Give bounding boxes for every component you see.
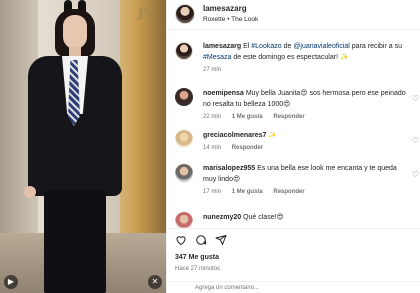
share-icon[interactable] — [215, 234, 227, 246]
avatar[interactable] — [175, 88, 193, 106]
likes-count[interactable]: 347 Me gusta — [175, 254, 219, 261]
post-actions-bar — [167, 228, 420, 250]
timestamp: 27 min — [203, 67, 222, 73]
heart-icon[interactable]: ♡ — [412, 94, 419, 103]
reply-button[interactable]: Responder — [232, 145, 263, 151]
add-comment-bar — [167, 281, 420, 293]
comment-username[interactable]: greciacolmenares7 — [203, 132, 266, 139]
comment-item: noemipensa Muy bella Juanita😍 sos hermos… — [175, 88, 420, 120]
comment-likes[interactable]: 1 Me gusta — [232, 114, 263, 120]
comment-username[interactable]: nunezmy20 — [203, 214, 241, 221]
hashtag-link[interactable]: #Lookazo — [251, 43, 281, 50]
set-logo: JV — [137, 6, 153, 21]
comments-list[interactable]: lamesazarg El #Lookazo de @juanavialeofi… — [167, 30, 420, 228]
comment-likes[interactable]: 1 Me gusta — [232, 189, 263, 195]
post-details-panel: lamesazarg Roxette • The Look lamesazarg… — [166, 0, 420, 293]
post-time: Hace 27 minutos — [175, 266, 221, 272]
comment-username[interactable]: noemipensa — [203, 90, 244, 97]
mute-icon[interactable]: ✕ — [148, 275, 162, 289]
like-heart-icon[interactable] — [175, 234, 187, 246]
avatar[interactable] — [175, 164, 193, 182]
caption-username[interactable]: lamesazarg — [203, 43, 241, 50]
caption: lamesazarg El #Lookazo de @juanavialeofi… — [175, 42, 420, 73]
avatar[interactable] — [175, 4, 195, 24]
mention-link[interactable]: @juanavialeoficial — [293, 43, 350, 50]
post-username[interactable]: lamesazarg — [203, 4, 247, 13]
timestamp: 14 min — [203, 145, 222, 151]
post-header: lamesazarg Roxette • The Look — [167, 0, 420, 30]
add-comment-input[interactable] — [195, 285, 395, 291]
hashtag-link[interactable]: #Mesaza — [203, 54, 231, 61]
avatar[interactable] — [175, 42, 193, 60]
heart-icon[interactable]: ♡ — [412, 170, 419, 179]
avatar[interactable] — [175, 130, 193, 148]
avatar[interactable] — [175, 212, 193, 228]
post-media[interactable]: JV ▶ ✕ — [0, 0, 166, 293]
timestamp: 17 min — [203, 189, 222, 195]
audio-track[interactable]: Roxette • The Look — [203, 16, 258, 23]
comment-item: greciacolmenares7 ✨ 14 min Responder ♡ — [175, 130, 420, 151]
reply-button[interactable]: Responder — [273, 114, 304, 120]
play-icon[interactable]: ▶ — [4, 275, 18, 289]
woman-in-suit-figure — [20, 0, 130, 293]
reply-button[interactable]: Responder — [273, 189, 304, 195]
comment-item: nunezmy20 Qué clase!😍 — [175, 212, 420, 228]
heart-icon[interactable]: ♡ — [412, 136, 419, 145]
comment-item: marisalopez955 Es una bella ese look me … — [175, 164, 420, 195]
comment-username[interactable]: marisalopez955 — [203, 165, 255, 172]
comment-icon[interactable] — [195, 234, 207, 246]
timestamp: 22 min — [203, 114, 222, 120]
